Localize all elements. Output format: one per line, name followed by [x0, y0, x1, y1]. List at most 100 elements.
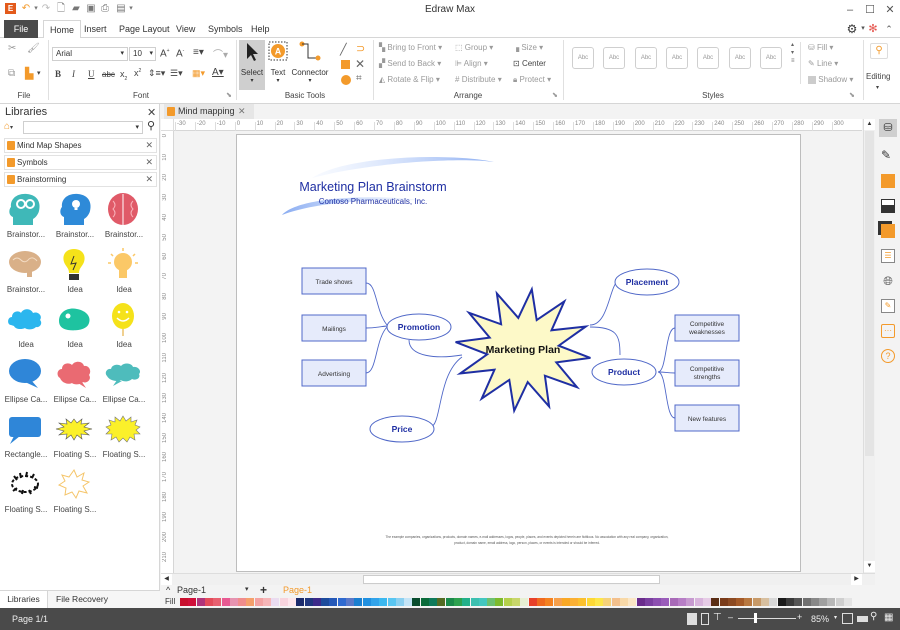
- add-page-icon[interactable]: +: [260, 583, 267, 597]
- rotate-flip-button[interactable]: ◭ Rotate & Flip ▾: [379, 75, 440, 84]
- color-swatch[interactable]: [296, 598, 305, 606]
- color-swatch[interactable]: [287, 598, 296, 606]
- library-search-input[interactable]: ▾: [23, 121, 143, 134]
- editing-button[interactable]: Editing: [866, 72, 890, 81]
- color-swatch[interactable]: [453, 598, 462, 606]
- color-swatch[interactable]: [545, 598, 554, 606]
- color-swatch[interactable]: [628, 598, 637, 606]
- text-highlight-icon[interactable]: ▦▾: [192, 68, 205, 79]
- font-dialog-launcher-icon[interactable]: ⬊: [226, 91, 232, 99]
- collapse-pages-icon[interactable]: ^: [166, 585, 170, 595]
- text-align-icon[interactable]: ≡▾: [193, 47, 204, 58]
- close-document-icon[interactable]: ✕: [238, 104, 246, 119]
- close-section-icon[interactable]: ✕: [145, 173, 153, 186]
- color-swatch[interactable]: [794, 598, 803, 606]
- shadow-button[interactable]: Shadow ▾: [808, 75, 853, 84]
- color-swatch[interactable]: [777, 598, 786, 606]
- close-section-icon[interactable]: ✕: [145, 156, 153, 169]
- arrange-dialog-launcher-icon[interactable]: ⬊: [552, 91, 558, 99]
- cross-tool-icon[interactable]: ✕: [355, 57, 365, 71]
- color-swatch[interactable]: [213, 598, 222, 606]
- horizontal-scrollbar[interactable]: ◀ ▶: [161, 573, 875, 585]
- shape-brainstorm-brain-tan[interactable]: Brainstor...: [0, 246, 50, 301]
- color-swatch[interactable]: [437, 598, 446, 606]
- color-swatch[interactable]: [445, 598, 454, 606]
- library-scrollbar[interactable]: [153, 192, 159, 582]
- color-swatch[interactable]: [329, 598, 338, 606]
- styles-dialog-launcher-icon[interactable]: ⬊: [849, 91, 855, 99]
- color-swatch[interactable]: [644, 598, 653, 606]
- color-swatch[interactable]: [271, 598, 280, 606]
- line-spacing-icon[interactable]: ⇕≡▾: [148, 68, 165, 79]
- font-color-icon[interactable]: A▾: [212, 67, 224, 78]
- shape-idea-smiley-balloon[interactable]: Idea: [98, 301, 148, 356]
- color-swatch[interactable]: [678, 598, 686, 606]
- color-swatch[interactable]: [254, 598, 263, 606]
- help-icon[interactable]: ?: [881, 349, 895, 363]
- increase-font-icon[interactable]: A+: [160, 48, 170, 59]
- file-menu-tab[interactable]: File: [4, 20, 38, 38]
- close-window-button[interactable]: ✕: [883, 3, 897, 17]
- tab-page-layout[interactable]: Page Layout: [113, 20, 176, 38]
- color-swatch[interactable]: [420, 598, 429, 606]
- bold-icon[interactable]: B: [55, 69, 61, 79]
- color-swatch[interactable]: [653, 598, 662, 606]
- color-swatch[interactable]: [769, 598, 778, 606]
- paste-dropdown-icon[interactable]: ▾: [37, 69, 41, 77]
- vertical-scrollbar[interactable]: ▲ ▼: [863, 119, 875, 573]
- color-swatch[interactable]: [512, 598, 520, 606]
- color-swatch[interactable]: [669, 598, 678, 606]
- tab-help[interactable]: Help: [245, 20, 276, 38]
- horizontal-scroll-thumb[interactable]: [363, 575, 660, 584]
- fill-button[interactable]: ⛁ Fill ▾: [808, 43, 833, 52]
- tab-insert[interactable]: Insert: [78, 20, 113, 38]
- style-swatch-2[interactable]: Abc: [603, 47, 625, 69]
- zoom-level[interactable]: 85%: [811, 614, 829, 624]
- zoom-dropdown-icon[interactable]: ▾: [834, 614, 837, 621]
- rectangle-tool-icon[interactable]: [341, 60, 350, 69]
- grid-icon[interactable]: ▦: [884, 612, 893, 623]
- minimize-button[interactable]: –: [843, 3, 857, 17]
- library-section-symbols[interactable]: Symbols ✕: [4, 155, 157, 170]
- color-swatch[interactable]: [536, 598, 545, 606]
- color-swatch[interactable]: [279, 598, 288, 606]
- decrease-font-icon[interactable]: A-: [176, 48, 184, 59]
- color-swatch[interactable]: [470, 598, 479, 606]
- italic-icon[interactable]: I: [72, 69, 75, 79]
- close-libraries-icon[interactable]: ✕: [147, 106, 156, 119]
- color-swatch[interactable]: [412, 598, 421, 606]
- color-swatch[interactable]: [785, 598, 794, 606]
- center-button[interactable]: ⊡ Center: [513, 59, 546, 68]
- scroll-right-icon[interactable]: ▶: [851, 574, 862, 585]
- library-search-icon[interactable]: ⚲: [147, 119, 155, 132]
- color-swatch[interactable]: [711, 598, 720, 606]
- shape-brainstorm-head-bulb[interactable]: Brainstor...: [49, 191, 99, 246]
- zoom-out-button[interactable]: –: [728, 612, 733, 622]
- shape-brainstorm-head-gears[interactable]: Brainstor...: [0, 191, 50, 246]
- tab-symbols[interactable]: Symbols: [202, 20, 249, 38]
- color-swatch[interactable]: [570, 598, 579, 606]
- color-swatch[interactable]: [462, 598, 471, 606]
- style-swatch-1[interactable]: Abc: [572, 47, 594, 69]
- color-swatch[interactable]: [686, 598, 695, 606]
- select-tool-button[interactable]: Select ▾: [239, 40, 265, 90]
- scroll-down-icon[interactable]: ▼: [864, 561, 875, 572]
- bring-to-front-button[interactable]: ▚ Bring to Front ▾: [379, 43, 442, 52]
- color-swatch[interactable]: [321, 598, 330, 606]
- style-swatch-6[interactable]: Abc: [729, 47, 751, 69]
- color-swatch[interactable]: [661, 598, 670, 606]
- color-swatch[interactable]: [263, 598, 271, 606]
- ellipse-tool-icon[interactable]: [341, 75, 351, 85]
- shape-ellipse-callout-blue[interactable]: Ellipse Ca...: [0, 356, 50, 411]
- node-competitive-weaknesses[interactable]: [674, 314, 740, 342]
- underline-icon[interactable]: U: [88, 69, 95, 79]
- shape-idea-bulb-orange[interactable]: Idea: [98, 246, 148, 301]
- text-shape-icon[interactable]: ⌒▾: [213, 46, 228, 61]
- color-swatch[interactable]: [337, 598, 346, 606]
- color-swatch[interactable]: [196, 598, 205, 606]
- fit-page-icon[interactable]: [842, 613, 853, 624]
- color-swatch[interactable]: [528, 598, 537, 606]
- zoom-slider-thumb[interactable]: [754, 613, 758, 623]
- color-swatch[interactable]: [478, 598, 487, 606]
- color-swatch[interactable]: [702, 598, 711, 606]
